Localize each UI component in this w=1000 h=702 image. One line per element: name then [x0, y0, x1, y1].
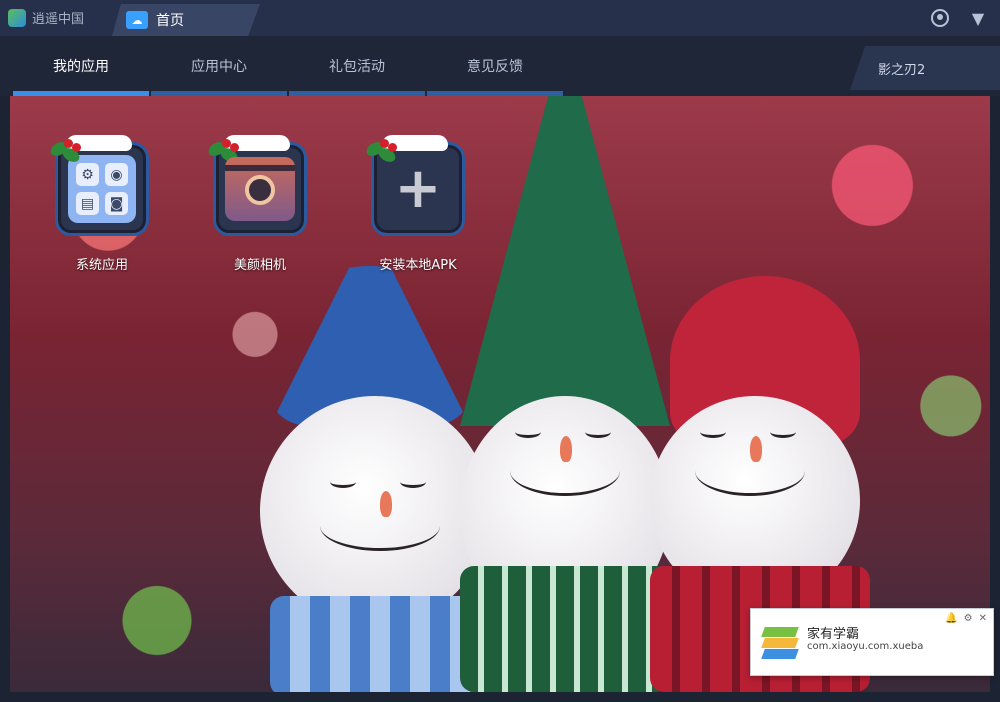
mouth [320, 501, 440, 551]
app-tile: + [364, 135, 465, 236]
notification-package: com.xiaoyu.com.xueba [807, 641, 924, 652]
mouth [695, 446, 805, 496]
eye [585, 426, 611, 438]
app-install-local-apk[interactable]: + 安装本地APK [364, 135, 466, 273]
menu-dropdown-button[interactable]: ▼ [968, 8, 988, 28]
eye [770, 426, 796, 438]
tab-app-center[interactable]: 应用中心 [150, 56, 288, 96]
tab-game[interactable]: 影之刃2 [850, 46, 1000, 90]
app-tile: ⚙ ◉ ▤ ◙ [48, 135, 149, 236]
gear-icon: ⚙ [76, 163, 99, 186]
chevron-down-icon: ▼ [971, 8, 985, 28]
tab-game-label: 影之刃2 [878, 62, 926, 78]
tab-feedback[interactable]: 意见反馈 [426, 56, 564, 96]
title-bar: 逍遥中国 ☁ 首页 ▼ [0, 0, 1000, 36]
eye [330, 476, 356, 488]
hat-green [460, 96, 670, 426]
tab-label: 礼包活动 [329, 59, 385, 75]
beauty-camera-icon [225, 157, 295, 221]
eye [400, 476, 426, 488]
desktop-area: ⚙ ◉ ▤ ◙ 系统应用 美颜相机 + 安装本地APK [10, 96, 990, 692]
app-system-apps[interactable]: ⚙ ◉ ▤ ◙ 系统应用 [48, 135, 150, 273]
app-label: 安装本地APK [379, 258, 457, 273]
holly-icon [48, 133, 86, 165]
xueba-app-icon [761, 623, 799, 661]
file-manager-icon: ▤ [76, 192, 99, 215]
globe-icon: ◉ [105, 163, 128, 186]
app-beauty-camera[interactable]: 美颜相机 [206, 135, 308, 273]
mouth [510, 446, 620, 496]
app-logo-icon [8, 8, 26, 27]
tab-my-apps[interactable]: 我的应用 [12, 56, 150, 96]
app-grid: ⚙ ◉ ▤ ◙ 系统应用 美颜相机 + 安装本地APK [48, 135, 466, 273]
cloud-home-icon: ☁ [126, 11, 148, 29]
user-icon [931, 9, 949, 27]
scarf-blue [270, 596, 490, 692]
window-controls: ▼ [930, 8, 988, 28]
camera-icon: ◙ [105, 192, 128, 215]
settings-icon[interactable]: ⚙ [964, 613, 973, 624]
tab-label: 我的应用 [53, 59, 109, 75]
tab-home-label: 首页 [156, 13, 184, 29]
nav-bar: 我的应用 应用中心 礼包活动 意见反馈 影之刃2 [0, 36, 1000, 96]
notification-controls: 🔔 ⚙ ✕ [945, 613, 987, 624]
plus-icon: + [394, 156, 442, 221]
app-title: 逍遥中国 [32, 12, 85, 27]
nav-tabs: 我的应用 应用中心 礼包活动 意见反馈 [12, 56, 564, 96]
mute-icon[interactable]: 🔔 [945, 613, 957, 624]
holly-icon [364, 133, 402, 165]
notification-title: 家有学霸 [807, 627, 860, 642]
tab-home[interactable]: ☁ 首页 [112, 4, 260, 36]
app-label: 美颜相机 [233, 258, 286, 273]
tab-gift-events[interactable]: 礼包活动 [288, 56, 426, 96]
close-icon[interactable]: ✕ [979, 613, 987, 624]
eye [515, 426, 541, 438]
snowman-middle [460, 96, 670, 692]
user-account-button[interactable] [930, 8, 950, 28]
app-label: 系统应用 [75, 258, 128, 273]
app-tile [206, 135, 307, 236]
notification-popup[interactable]: 家有学霸 com.xiaoyu.com.xueba 🔔 ⚙ ✕ [750, 608, 994, 676]
tab-label: 应用中心 [191, 59, 247, 75]
system-apps-icon: ⚙ ◉ ▤ ◙ [68, 155, 136, 223]
app-brand: 逍遥中国 [8, 8, 84, 27]
eye [700, 426, 726, 438]
scarf-green [460, 566, 670, 692]
tab-label: 意见反馈 [467, 59, 523, 75]
